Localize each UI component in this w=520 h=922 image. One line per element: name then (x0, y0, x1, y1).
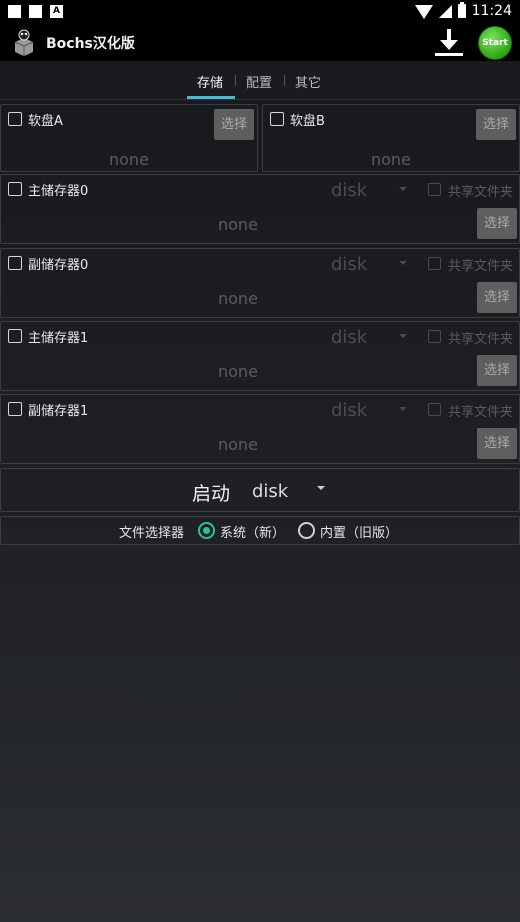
floppy-b-panel: 软盘B 选择 none (262, 104, 520, 172)
floppy-a-checkbox[interactable] (8, 112, 22, 126)
floppy-b-select-button[interactable]: 选择 (476, 109, 516, 140)
primary-drive-1-panel: 主储存器1 disk 共享文件夹 none 选择 (0, 321, 520, 391)
boot-panel: 启动 disk (0, 468, 520, 512)
tab-config[interactable]: 配置 (246, 72, 272, 91)
primary-drive-0-select-button[interactable]: 选择 (477, 208, 517, 239)
chevron-down-icon (399, 334, 407, 338)
system-picker-radio[interactable] (198, 522, 215, 539)
secondary-drive-1-type-select[interactable]: disk (331, 400, 367, 421)
tab-storage[interactable]: 存储 (197, 72, 223, 91)
secondary-drive-1-select-button[interactable]: 选择 (477, 428, 517, 459)
notification-icon (29, 5, 42, 18)
secondary-drive-1-share-checkbox[interactable] (428, 403, 441, 416)
bochs-logo-icon (14, 29, 34, 56)
secondary-drive-0-label: 副储存器0 (28, 258, 89, 273)
app-title: Bochs汉化版 (46, 36, 135, 52)
tab-bar: 存储 配置 其它 (0, 61, 520, 100)
file-picker-panel: 文件选择器 系统（新） 内置（旧版） (0, 516, 520, 545)
primary-drive-0-path: none (218, 215, 258, 234)
file-picker-label: 文件选择器 (119, 526, 185, 541)
primary-drive-0-share-label: 共享文件夹 (448, 185, 514, 200)
floppy-b-label: 软盘B (290, 114, 325, 129)
floppy-a-label: 软盘A (28, 114, 63, 129)
floppy-a-panel: 软盘A 选择 none (0, 104, 258, 172)
chevron-down-icon (399, 187, 407, 191)
primary-drive-1-checkbox[interactable] (8, 329, 22, 343)
battery-icon (457, 2, 466, 18)
chevron-down-icon (317, 486, 325, 490)
system-picker-label: 系统（新） (220, 526, 286, 541)
notification-icon (8, 5, 21, 18)
primary-drive-1-share-checkbox[interactable] (428, 330, 441, 343)
floppy-b-checkbox[interactable] (270, 112, 284, 126)
secondary-drive-0-select-button[interactable]: 选择 (477, 282, 517, 313)
secondary-drive-0-type-select[interactable]: disk (331, 254, 367, 275)
a-notification-icon: A (50, 5, 63, 18)
secondary-drive-1-label: 副储存器1 (28, 404, 89, 419)
secondary-drive-1-share-label: 共享文件夹 (448, 405, 514, 420)
secondary-drive-0-panel: 副储存器0 disk 共享文件夹 none 选择 (0, 248, 520, 318)
signal-icon (438, 4, 452, 18)
primary-drive-0-share-checkbox[interactable] (428, 183, 441, 196)
tab-other[interactable]: 其它 (295, 72, 321, 91)
secondary-drive-1-checkbox[interactable] (8, 402, 22, 416)
primary-drive-1-type-select[interactable]: disk (331, 327, 367, 348)
chevron-down-icon (399, 407, 407, 411)
floppy-b-path: none (371, 150, 411, 169)
tab-indicator (187, 96, 235, 99)
boot-label: 启动 (192, 483, 231, 505)
app-bar: Bochs汉化版 Start (0, 24, 520, 61)
builtin-picker-label: 内置（旧版） (320, 526, 399, 541)
secondary-drive-1-panel: 副储存器1 disk 共享文件夹 none 选择 (0, 394, 520, 464)
primary-drive-1-path: none (218, 362, 258, 381)
tab-divider (235, 75, 236, 86)
secondary-drive-0-path: none (218, 289, 258, 308)
tab-divider (284, 75, 285, 86)
floppy-a-select-button[interactable]: 选择 (214, 109, 254, 140)
chevron-down-icon (399, 261, 407, 265)
primary-drive-0-checkbox[interactable] (8, 182, 22, 196)
secondary-drive-0-share-checkbox[interactable] (428, 257, 441, 270)
primary-drive-0-panel: 主储存器0 disk 共享文件夹 none 选择 (0, 174, 520, 244)
primary-drive-1-share-label: 共享文件夹 (448, 332, 514, 347)
boot-device-select[interactable]: disk (252, 481, 288, 502)
status-time: 11:24 (471, 3, 512, 19)
floppy-a-path: none (109, 150, 149, 169)
primary-drive-0-label: 主储存器0 (28, 184, 89, 199)
primary-drive-1-label: 主储存器1 (28, 331, 89, 346)
status-bar: A 11:24 (0, 0, 520, 24)
primary-drive-0-type-select[interactable]: disk (331, 180, 367, 201)
wifi-icon (414, 5, 433, 19)
primary-drive-1-select-button[interactable]: 选择 (477, 355, 517, 386)
start-button[interactable]: Start (478, 26, 512, 60)
builtin-picker-radio[interactable] (298, 522, 315, 539)
secondary-drive-0-share-label: 共享文件夹 (448, 259, 514, 274)
download-icon[interactable] (433, 26, 465, 58)
secondary-drive-1-path: none (218, 435, 258, 454)
secondary-drive-0-checkbox[interactable] (8, 256, 22, 270)
